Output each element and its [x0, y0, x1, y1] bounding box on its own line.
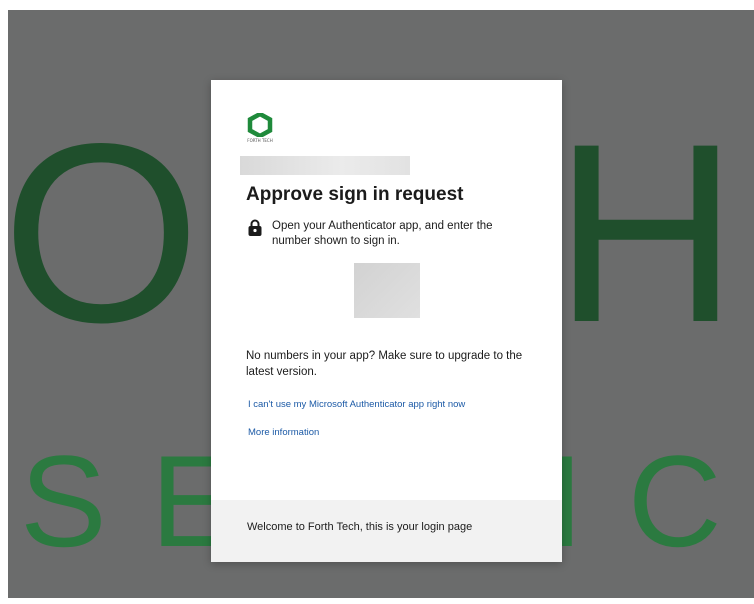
cant-use-authenticator-link[interactable]: I can't use my Microsoft Authenticator a…: [248, 399, 465, 410]
account-name-redacted: [240, 156, 410, 175]
footer-welcome-text: Welcome to Forth Tech, this is your logi…: [247, 521, 473, 533]
upgrade-hint-text: No numbers in your app? Make sure to upg…: [246, 350, 523, 378]
page-title: Approve sign in request: [246, 184, 464, 205]
logo-caption: FORTH TECH: [247, 138, 273, 143]
sign-in-number-redacted: [354, 263, 420, 318]
lock-icon: [247, 219, 263, 237]
dialog-footer: Welcome to Forth Tech, this is your logi…: [211, 500, 562, 562]
forth-tech-logo-icon: FORTH TECH: [245, 113, 275, 145]
sign-in-dialog: FORTH TECH Approve sign in request Open …: [211, 80, 562, 562]
instruction-text: Open your Authenticator app, and enter t…: [272, 220, 493, 247]
more-information-link[interactable]: More information: [248, 427, 319, 438]
